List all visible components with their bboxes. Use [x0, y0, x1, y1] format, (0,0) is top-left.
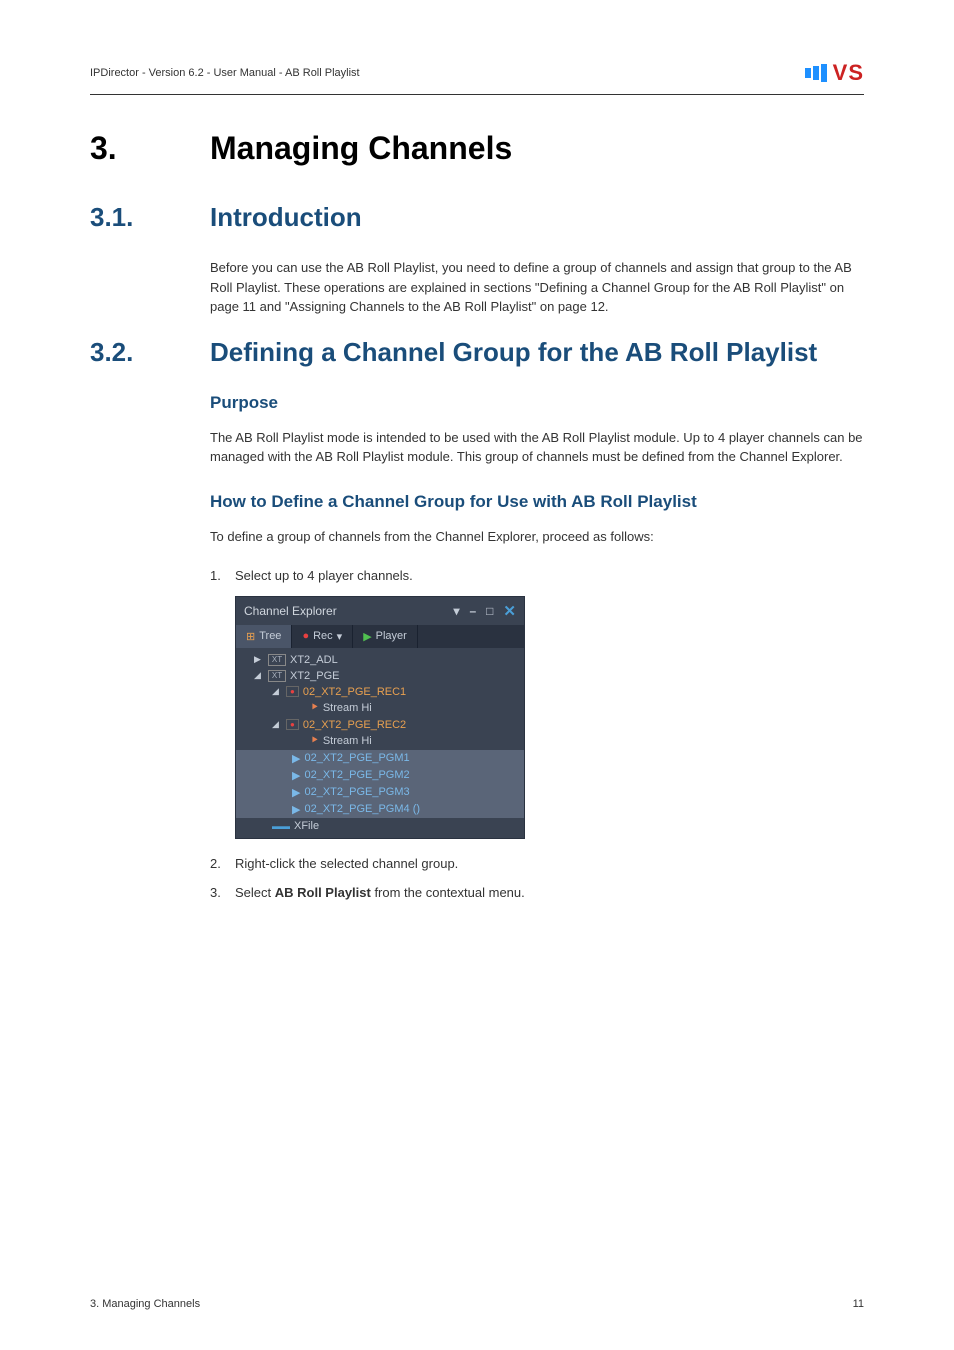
- tree-item-pgm2[interactable]: ▶ 02_XT2_PGE_PGM2: [236, 767, 524, 784]
- player-channel-icon: ▶: [292, 803, 300, 816]
- section-1-heading: 3.1. Introduction: [90, 202, 864, 233]
- evs-logo: VS: [805, 60, 864, 86]
- xfile-icon: ▬▬: [272, 821, 290, 831]
- rec-channel-icon: ●: [286, 686, 299, 697]
- window-titlebar: Channel Explorer ▾ – □ ✕: [236, 597, 524, 625]
- tab-bar: ⊞ Tree ● Rec ▾ ▶ Player: [236, 625, 524, 648]
- section-2-heading: 3.2. Defining a Channel Group for the AB…: [90, 337, 864, 368]
- steps-list-cont: 2. Right-click the selected channel grou…: [210, 854, 864, 903]
- tree-item-stream-2[interactable]: ⯈ Stream Hi: [236, 733, 524, 750]
- page-number: 11: [853, 1298, 864, 1310]
- player-channel-icon: ▶: [292, 752, 300, 765]
- xt-icon: XT: [268, 670, 286, 682]
- page-header: IPDirector - Version 6.2 - User Manual -…: [90, 60, 864, 95]
- tab-player[interactable]: ▶ Player: [353, 625, 418, 648]
- minimize-icon[interactable]: –: [469, 604, 476, 618]
- tree-view: ▶ XT XT2_ADL ◢ XT XT2_PGE ◢ ● 02_XT2_PGE…: [236, 648, 524, 838]
- tree-item-xfile[interactable]: ▬▬ XFile: [236, 818, 524, 834]
- purpose-body: The AB Roll Playlist mode is intended to…: [210, 428, 864, 467]
- rec-icon: ●: [302, 630, 309, 642]
- maximize-icon[interactable]: □: [486, 604, 493, 618]
- expand-arrow-icon[interactable]: ▶: [254, 654, 264, 665]
- tree-item-stream-1[interactable]: ⯈ Stream Hi: [236, 700, 524, 717]
- tree-icon: ⊞: [246, 630, 255, 643]
- step-1: 1. Select up to 4 player channels.: [210, 566, 864, 586]
- player-channel-icon: ▶: [292, 769, 300, 782]
- tree-item-xt2-adl[interactable]: ▶ XT XT2_ADL: [236, 652, 524, 668]
- tree-item-rec1[interactable]: ◢ ● 02_XT2_PGE_REC1: [236, 684, 524, 700]
- stream-icon: ⯈: [310, 702, 319, 715]
- steps-list: 1. Select up to 4 player channels.: [210, 566, 864, 586]
- section-2-title: Defining a Channel Group for the AB Roll…: [210, 337, 864, 368]
- close-icon[interactable]: ✕: [503, 602, 516, 620]
- chapter-heading: 3. Managing Channels: [90, 130, 864, 167]
- chevron-down-icon: ▾: [337, 630, 343, 643]
- xt-icon: XT: [268, 654, 286, 666]
- tree-item-rec2[interactable]: ◢ ● 02_XT2_PGE_REC2: [236, 717, 524, 733]
- dropdown-icon[interactable]: ▾: [453, 604, 459, 618]
- howto-intro: To define a group of channels from the C…: [210, 527, 864, 547]
- section-1-number: 3.1.: [90, 202, 160, 233]
- stream-icon: ⯈: [310, 735, 319, 748]
- purpose-heading: Purpose: [210, 393, 864, 413]
- player-channel-icon: ▶: [292, 786, 300, 799]
- header-doc-title: IPDirector - Version 6.2 - User Manual -…: [90, 67, 360, 79]
- section-2-number: 3.2.: [90, 337, 160, 368]
- channel-explorer-screenshot: Channel Explorer ▾ – □ ✕ ⊞ Tree ● Rec ▾: [235, 596, 525, 839]
- tree-item-xt2-pge[interactable]: ◢ XT XT2_PGE: [236, 668, 524, 684]
- tree-item-pgm1[interactable]: ▶ 02_XT2_PGE_PGM1: [236, 750, 524, 767]
- play-icon: ▶: [363, 630, 371, 643]
- tree-item-pgm4[interactable]: ▶ 02_XT2_PGE_PGM4 (): [236, 801, 524, 818]
- tree-item-pgm3[interactable]: ▶ 02_XT2_PGE_PGM3: [236, 784, 524, 801]
- section-1-title: Introduction: [210, 202, 864, 233]
- step-2: 2. Right-click the selected channel grou…: [210, 854, 864, 874]
- step-3: 3. Select AB Roll Playlist from the cont…: [210, 883, 864, 903]
- section-1-body: Before you can use the AB Roll Playlist,…: [210, 258, 864, 317]
- tab-tree[interactable]: ⊞ Tree: [236, 625, 292, 648]
- chapter-number: 3.: [90, 130, 160, 167]
- collapse-arrow-icon[interactable]: ◢: [254, 670, 264, 681]
- howto-heading: How to Define a Channel Group for Use wi…: [210, 492, 864, 512]
- window-title: Channel Explorer: [244, 604, 337, 618]
- collapse-arrow-icon[interactable]: ◢: [272, 719, 282, 730]
- rec-channel-icon: ●: [286, 719, 299, 730]
- chapter-title: Managing Channels: [210, 130, 512, 167]
- footer-left: 3. Managing Channels: [90, 1298, 200, 1310]
- collapse-arrow-icon[interactable]: ◢: [272, 686, 282, 697]
- tab-rec[interactable]: ● Rec ▾: [292, 625, 353, 648]
- page-footer: 3. Managing Channels 11: [90, 1298, 864, 1310]
